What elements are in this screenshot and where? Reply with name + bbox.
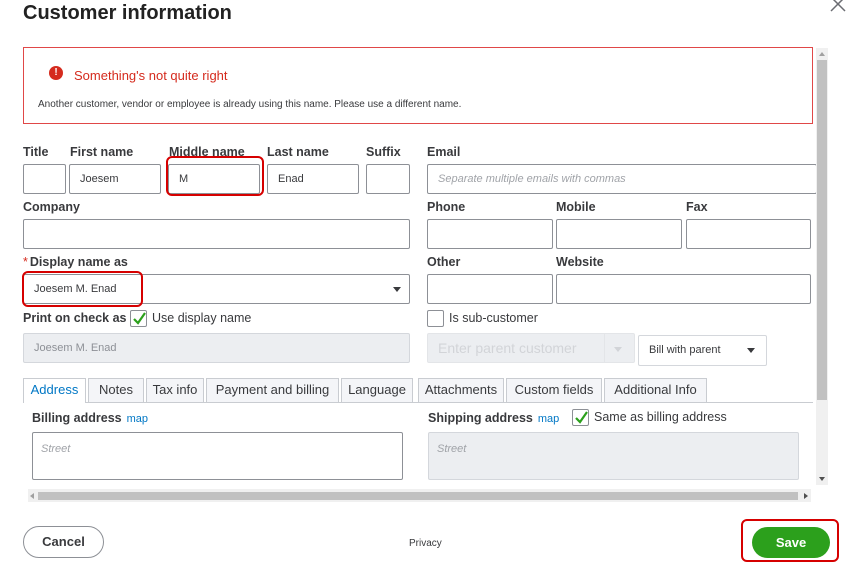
- tab-address[interactable]: Address: [23, 378, 86, 403]
- billing-address-label: Billing address map: [32, 411, 149, 425]
- company-label: Company: [23, 200, 80, 214]
- tab-baseline: [23, 402, 813, 403]
- horizontal-scrollbar-thumb[interactable]: [38, 492, 798, 500]
- chevron-down-icon[interactable]: [393, 287, 401, 292]
- checkmark-icon: [575, 411, 588, 424]
- suffix-label: Suffix: [366, 145, 401, 159]
- same-as-billing-label: Same as billing address: [594, 410, 727, 424]
- tab-custom-fields[interactable]: Custom fields: [506, 378, 602, 402]
- vertical-scrollbar-thumb[interactable]: [817, 60, 827, 400]
- email-label: Email: [427, 145, 461, 159]
- title-input[interactable]: [23, 164, 66, 194]
- close-icon[interactable]: [828, 0, 848, 14]
- tab-additional-info[interactable]: Additional Info: [604, 378, 707, 402]
- tab-payment-and-billing[interactable]: Payment and billing: [206, 378, 339, 402]
- use-display-name-checkbox[interactable]: [130, 310, 147, 327]
- chevron-down-icon[interactable]: [747, 348, 755, 353]
- sub-customer-checkbox[interactable]: [427, 310, 444, 327]
- shipping-street-input: Street: [428, 432, 799, 480]
- dialog-title: Customer information: [23, 2, 232, 24]
- shipping-map-link[interactable]: map: [538, 413, 559, 425]
- error-title: Something's not quite right: [74, 68, 228, 83]
- tab-language[interactable]: Language: [341, 378, 413, 402]
- billing-map-link[interactable]: map: [127, 413, 148, 425]
- fax-label: Fax: [686, 200, 708, 214]
- use-display-name-label: Use display name: [152, 311, 252, 325]
- middle-name-highlight: [166, 156, 264, 196]
- last-name-input[interactable]: Enad: [267, 164, 359, 194]
- scroll-down-icon[interactable]: [819, 477, 825, 481]
- tab-attachments[interactable]: Attachments: [418, 378, 504, 402]
- first-name-label: First name: [70, 145, 134, 159]
- cancel-button[interactable]: Cancel: [23, 526, 104, 558]
- fax-input[interactable]: [686, 219, 811, 249]
- alert-icon: !: [49, 66, 63, 80]
- company-input[interactable]: [23, 219, 410, 249]
- error-banner: ! Something's not quite right Another cu…: [23, 47, 813, 124]
- form-scroll-area[interactable]: ! Something's not quite right Another cu…: [0, 45, 816, 480]
- mobile-input[interactable]: [556, 219, 682, 249]
- first-name-input[interactable]: Joesem: [69, 164, 161, 194]
- save-highlight: [741, 519, 839, 562]
- tab-notes[interactable]: Notes: [88, 378, 144, 402]
- sub-customer-label: Is sub-customer: [449, 311, 538, 325]
- other-label: Other: [427, 255, 461, 269]
- display-name-label: * Display name as: [23, 255, 128, 269]
- scroll-right-icon[interactable]: [804, 493, 808, 499]
- phone-input[interactable]: [427, 219, 553, 249]
- error-message: Another customer, vendor or employee is …: [38, 99, 462, 110]
- privacy-link[interactable]: Privacy: [409, 538, 442, 549]
- phone-label: Phone: [427, 200, 466, 214]
- same-as-billing-checkbox[interactable]: [572, 409, 589, 426]
- shipping-address-label: Shipping address map: [428, 411, 560, 425]
- tab-tax-info[interactable]: Tax info: [146, 378, 204, 402]
- scroll-up-icon[interactable]: [819, 52, 825, 56]
- title-label: Title: [23, 145, 49, 159]
- mobile-label: Mobile: [556, 200, 596, 214]
- billing-street-input[interactable]: Street: [32, 432, 403, 480]
- suffix-input[interactable]: [366, 164, 410, 194]
- website-input[interactable]: [556, 274, 811, 304]
- other-input[interactable]: [427, 274, 553, 304]
- website-label: Website: [556, 255, 604, 269]
- divider: [604, 334, 605, 362]
- print-on-check-label: Print on check as: [23, 311, 127, 325]
- email-input[interactable]: Separate multiple emails with commas: [427, 164, 816, 194]
- last-name-label: Last name: [267, 145, 329, 159]
- checkmark-icon: [133, 312, 146, 325]
- scroll-left-icon[interactable]: [30, 493, 34, 499]
- print-on-check-input: Joesem M. Enad: [23, 333, 410, 363]
- display-name-highlight: [22, 271, 143, 307]
- chevron-down-icon: [614, 347, 622, 352]
